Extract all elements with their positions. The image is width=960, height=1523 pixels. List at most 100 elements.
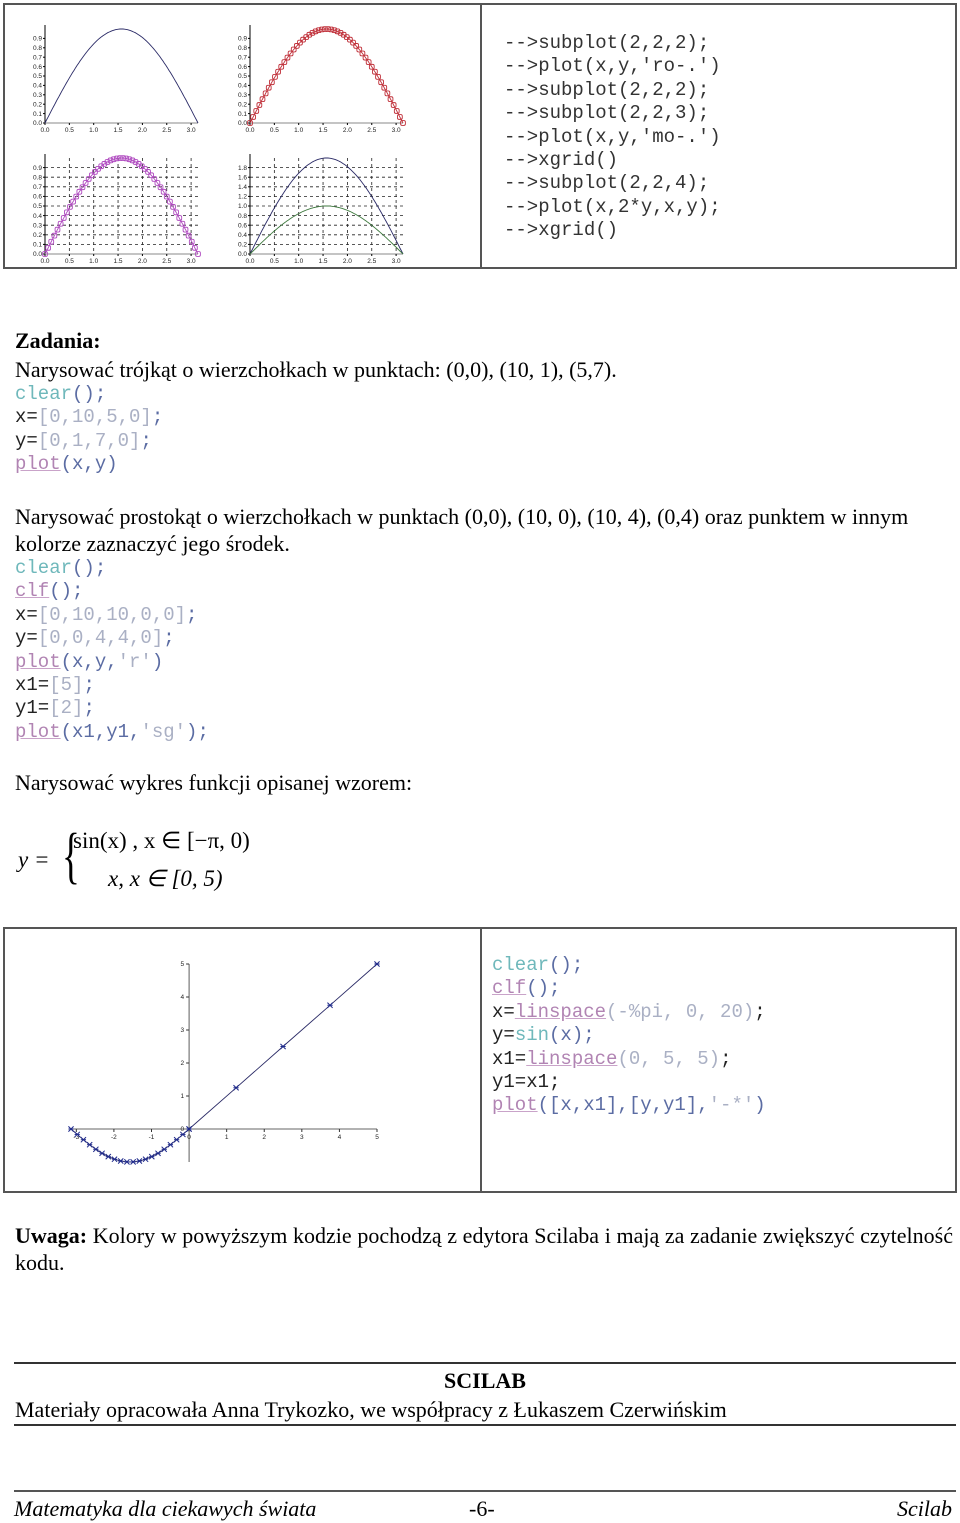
task1-text: Narysować trójkąt o wierzchołkach w punk… <box>15 357 617 382</box>
x-tick-label: 2.5 <box>367 127 376 134</box>
x-tick-label: 0.5 <box>65 258 74 265</box>
x-tick-label: 2.5 <box>162 258 171 265</box>
console-line: -->xgrid() <box>504 148 619 171</box>
code-line: plot(x,y) <box>15 453 118 476</box>
x-tick-label: 0 <box>187 1134 191 1141</box>
code-line: clear(); <box>492 954 584 976</box>
x-tick-label: 0.0 <box>40 258 49 265</box>
formula-case2: x, x ∈ [0, 5) <box>108 866 223 891</box>
credits-text: Materiały opracowała Anna Trykozko, we w… <box>15 1397 727 1422</box>
subplot-figure: 0.0 0.5 1.0 1.5 2.0 2.5 3.0 0.0 0.1 0.2 0.3 0.4 0.5 0… <box>33 25 406 265</box>
code-line: x1=[5]; <box>15 673 95 696</box>
star-marker <box>92 1146 99 1153</box>
y-tick-label: 0.6 <box>238 64 247 71</box>
y-tick-label: 0.7 <box>238 54 247 61</box>
code-line: y=[0,1,7,0]; <box>15 429 152 452</box>
console-line: -->subplot(2,2,2); <box>504 32 710 54</box>
subplot-top-left: 0.0 0.5 1.0 1.5 2.0 2.5 3.0 0.0 0.1 0.2 0.3 0.4 0.5 0… <box>33 25 199 134</box>
note-label: Uwaga: <box>15 1223 88 1248</box>
console-box: -->subplot(2,2,2); -->plot(x,y,'ro-.') -… <box>480 3 957 269</box>
star-marker <box>280 1043 286 1050</box>
x-tick-label: -1 <box>149 1134 155 1141</box>
y-tick-label: 0.8 <box>33 45 42 52</box>
y-tick-label: 0.4 <box>33 83 42 90</box>
x-tick-label: 0.0 <box>245 127 254 134</box>
task1-code: clear(); x=[0,10,5,0]; y=[0,1,7,0]; plot… <box>15 383 163 477</box>
x-tick-label: 1.5 <box>319 258 328 265</box>
y-tick-label: 0.7 <box>33 184 42 191</box>
x-tick-label: 3 <box>300 1134 304 1141</box>
y-tick-label: 1.0 <box>238 203 247 210</box>
y-tick-label: 0.9 <box>33 165 42 172</box>
star-marker <box>99 1150 106 1157</box>
y-tick-label: 0.4 <box>33 213 42 220</box>
y-tick-label: 0.4 <box>238 232 247 239</box>
y-tick-label: 0.3 <box>238 92 247 99</box>
star-marker <box>142 1156 149 1163</box>
x-tick-label: 2.0 <box>343 127 352 134</box>
subplot-bottom-right: 0.0 0.5 1.0 1.5 2.0 2.5 3.0 0.0 0.2 0.4 0.6 0.8 1.0 1… <box>238 154 404 265</box>
star-marker <box>80 1136 87 1143</box>
task2-code: clear(); clf(); x=[0,10,10,0,0]; y=[0,0,… <box>15 557 209 744</box>
y-tick-label: 1.8 <box>238 165 247 172</box>
x-tick-label: 2.5 <box>367 258 376 265</box>
x-tick-label: 3.0 <box>187 127 196 134</box>
footer-left: Matematyka dla ciekawych świata <box>14 1496 317 1521</box>
y-tick-label: 0.2 <box>33 101 42 108</box>
y-tick-label: 0.9 <box>238 36 247 43</box>
code-line: clear(); <box>15 557 107 579</box>
star-marker <box>130 1158 137 1165</box>
y-tick-label: 0.1 <box>33 242 42 249</box>
y-tick-label: 0.0 <box>33 251 42 258</box>
x-tick-label: 0.0 <box>245 258 254 265</box>
x-tick-label: 1.5 <box>114 127 123 134</box>
star-marker <box>148 1153 155 1160</box>
y-tick-label: 2 <box>180 1060 184 1067</box>
x-tick-label: 3.0 <box>392 127 401 134</box>
star-marker <box>161 1146 168 1153</box>
y-tick-label: 1.6 <box>238 174 247 181</box>
y-tick-label: 0.0 <box>238 251 247 258</box>
code-line: clf(); <box>492 977 561 1000</box>
code-line: y1=[2]; <box>15 697 95 720</box>
y-tick-label: 0.2 <box>238 101 247 108</box>
x-tick-label: 1.5 <box>114 258 123 265</box>
star-marker <box>111 1156 118 1163</box>
x-tick-label: 3.0 <box>392 258 401 265</box>
star-marker <box>136 1158 143 1164</box>
y-tick-label: 0.5 <box>33 73 42 80</box>
y-tick-label: 5 <box>180 961 184 968</box>
y-tick-label: 1.2 <box>238 194 247 201</box>
y-tick-label: 0.5 <box>33 203 42 210</box>
code-line: plot([x,x1],[y,y1],'-*') <box>492 1094 766 1117</box>
x-tick-label: 2 <box>262 1134 266 1141</box>
x-tick-label: -2 <box>111 1134 117 1141</box>
y-tick-label: 4 <box>180 994 184 1001</box>
code-line: plot(x1,y1,'sg'); <box>15 720 209 743</box>
y-tick-label: 0.1 <box>238 111 247 118</box>
x-tick-label: 2.5 <box>162 127 171 134</box>
piecewise-plot: -3 -2 -1 0 1 2 3 4 5012345 <box>68 961 380 1165</box>
y-tick-label: 3 <box>180 1027 184 1034</box>
y-tick-label: 0.9 <box>33 36 42 43</box>
star-marker <box>374 961 380 967</box>
x-tick-label: 1.0 <box>89 258 98 265</box>
y-tick-label: 0.8 <box>238 45 247 52</box>
y-tick-label: 0.0 <box>33 120 42 127</box>
y-tick-label: 0.3 <box>33 92 42 99</box>
x-tick-label: 2.0 <box>343 258 352 265</box>
subplot-bottom-left: 0.0 0.5 1.0 1.5 2.0 2.5 3.0 0.0 0.1 0.2 0.3 0.4 0.5 0… <box>33 154 201 265</box>
y-tick-label: 0.6 <box>33 194 42 201</box>
x-tick-label: 1.0 <box>294 127 303 134</box>
star-marker <box>86 1141 93 1148</box>
divider <box>14 1362 956 1364</box>
subplot-top-right: 0.0 0.5 1.0 1.5 2.0 2.5 3.0 0.0 0.1 0.2 0.3 0.4 0.5 0… <box>238 25 406 134</box>
function-clear: clear <box>15 383 73 405</box>
star-marker <box>233 1084 240 1091</box>
x-tick-label: 0.5 <box>270 258 279 265</box>
star-marker <box>155 1150 161 1157</box>
y-tick-label: 0.0 <box>238 120 247 127</box>
console-line: -->subplot(2,2,2); <box>504 78 710 101</box>
task3-code-box: clear(); clf(); x=linspace(-%pi, 0, 20);… <box>480 927 957 1193</box>
x-tick-label: 0.5 <box>270 127 279 134</box>
